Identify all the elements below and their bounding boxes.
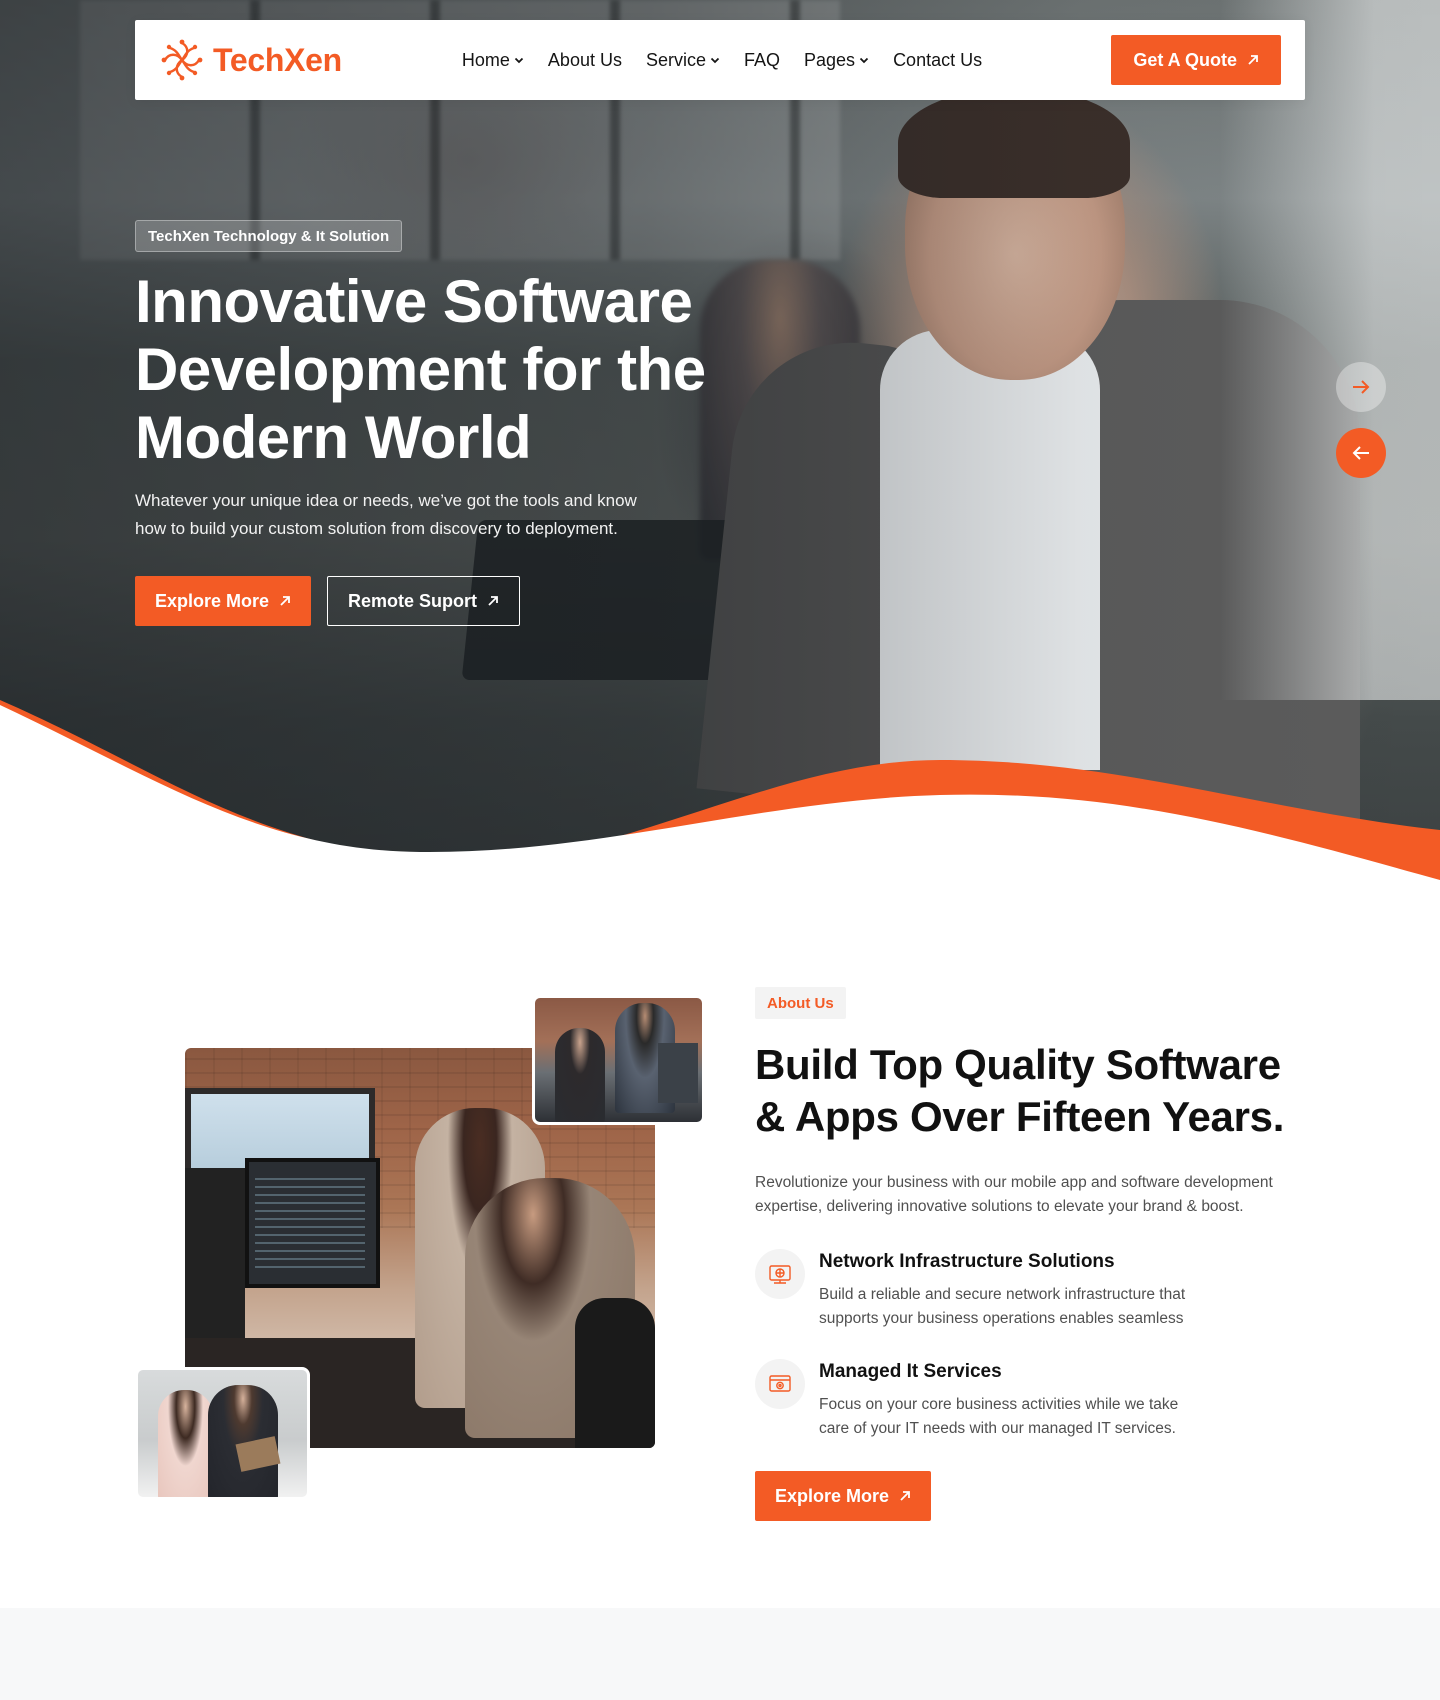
- slider-prev-button[interactable]: [1336, 428, 1386, 478]
- hero-badge: TechXen Technology & It Solution: [135, 220, 403, 252]
- feature-text: Network Infrastructure Solutions Build a…: [819, 1249, 1219, 1331]
- arrow-up-right-icon: [488, 596, 498, 606]
- hero-description: Whatever your unique idea or needs, we’v…: [135, 487, 695, 543]
- nav-item-label: Service: [645, 49, 706, 70]
- managed-it-icon: [769, 1375, 791, 1392]
- next-section-background: [0, 1608, 1440, 1700]
- hero-wave-divider: [0, 700, 1440, 900]
- about-title-line: & Apps Over Fifteen Years.: [755, 1093, 1285, 1140]
- hero-description-line: Whatever your unique idea or needs, we’v…: [135, 491, 637, 510]
- feature-item-network: Network Infrastructure Solutions Build a…: [755, 1249, 1315, 1331]
- hero-title-line: Innovative Software: [135, 268, 693, 335]
- top-navbar: TechXen Home About Us Service FAQ Pages …: [135, 20, 1305, 100]
- about-title: Build Top Quality Software & Apps Over F…: [755, 1039, 1315, 1143]
- about-description: Revolutionize your business with our mob…: [755, 1171, 1315, 1219]
- explore-more-label: Explore More: [155, 590, 270, 611]
- network-icon: [769, 1265, 791, 1284]
- main-nav: Home About Us Service FAQ Pages Contact …: [462, 50, 982, 71]
- hero-title-line: Development for the: [135, 336, 706, 403]
- feature-text: Managed It Services Focus on your core b…: [819, 1359, 1219, 1441]
- feature-description: Focus on your core business activities w…: [819, 1393, 1219, 1441]
- about-bottom-image: [135, 1367, 310, 1500]
- chevron-down-icon: [859, 57, 869, 64]
- chevron-down-icon: [710, 57, 720, 64]
- hero-description-line: how to build your custom solution from d…: [135, 519, 618, 538]
- nav-item-label: FAQ: [744, 49, 781, 70]
- about-description-line: expertise, delivering innovative solutio…: [755, 1198, 1244, 1215]
- code-screen: [255, 1178, 365, 1268]
- nav-item-home[interactable]: Home: [462, 50, 524, 71]
- nav-item-label: About Us: [547, 49, 622, 70]
- chevron-down-icon: [514, 57, 524, 64]
- logo-text: TechXen: [213, 41, 342, 78]
- get-a-quote-button[interactable]: Get A Quote: [1111, 35, 1281, 85]
- explore-more-label: Explore More: [775, 1485, 890, 1506]
- remote-support-label: Remote Suport: [348, 590, 478, 611]
- hero-button-row: Explore More Remote Suport: [135, 576, 521, 626]
- monitor: [658, 1043, 698, 1103]
- nav-item-label: Contact Us: [893, 49, 983, 70]
- monitor: [185, 1168, 245, 1338]
- arrow-up-right-icon: [1248, 55, 1258, 65]
- office-chair: [575, 1298, 655, 1448]
- about-description-line: Revolutionize your business with our mob…: [755, 1174, 1273, 1191]
- arrow-right-icon: [1353, 380, 1370, 394]
- nav-item-about-us[interactable]: About Us: [548, 50, 622, 71]
- feature-description-line: Focus on your core business activities w…: [819, 1396, 1179, 1413]
- slider-next-button[interactable]: [1336, 362, 1386, 412]
- feature-description: Build a reliable and secure network infr…: [819, 1283, 1219, 1331]
- about-explore-more-button[interactable]: Explore More: [755, 1471, 932, 1521]
- nav-item-pages[interactable]: Pages: [804, 50, 869, 71]
- site-logo[interactable]: TechXen: [159, 37, 342, 83]
- about-top-image: [532, 995, 705, 1125]
- feature-description-line: care of your IT needs with our managed I…: [819, 1420, 1176, 1437]
- arrow-up-right-icon: [900, 1491, 910, 1501]
- about-content: About Us Build Top Quality Software & Ap…: [755, 987, 1315, 1521]
- nav-item-label: Home: [461, 49, 510, 70]
- hero-title: Innovative Software Development for the …: [135, 268, 755, 472]
- feature-icon-wrapper: [755, 1249, 805, 1299]
- person: [158, 1390, 213, 1497]
- get-a-quote-label: Get A Quote: [1133, 49, 1237, 70]
- logo-mark-icon: [161, 39, 203, 81]
- feature-title: Managed It Services: [819, 1361, 1002, 1382]
- nav-item-service[interactable]: Service: [646, 50, 720, 71]
- about-title-line: Build Top Quality Software: [755, 1041, 1281, 1088]
- explore-more-button[interactable]: Explore More: [135, 576, 312, 626]
- arrow-left-icon: [1352, 446, 1369, 460]
- nav-item-label: Pages: [804, 49, 856, 70]
- feature-item-managed-it: Managed It Services Focus on your core b…: [755, 1359, 1315, 1441]
- feature-title: Network Infrastructure Solutions: [819, 1251, 1115, 1272]
- feature-description-line: Build a reliable and secure network infr…: [819, 1286, 1186, 1303]
- person: [555, 1028, 605, 1122]
- remote-support-button[interactable]: Remote Suport: [327, 576, 521, 626]
- arrow-up-right-icon: [280, 596, 290, 606]
- hero-section: TechXen Technology & It Solution Innovat…: [0, 0, 1440, 900]
- about-badge: About Us: [755, 987, 846, 1019]
- about-image-collage: [135, 995, 705, 1500]
- feature-icon-wrapper: [755, 1359, 805, 1409]
- nav-item-contact-us[interactable]: Contact Us: [893, 50, 982, 71]
- hero-title-line: Modern World: [135, 404, 532, 471]
- feature-description-line: supports your business operations enable…: [819, 1310, 1184, 1327]
- nav-item-faq[interactable]: FAQ: [744, 50, 780, 71]
